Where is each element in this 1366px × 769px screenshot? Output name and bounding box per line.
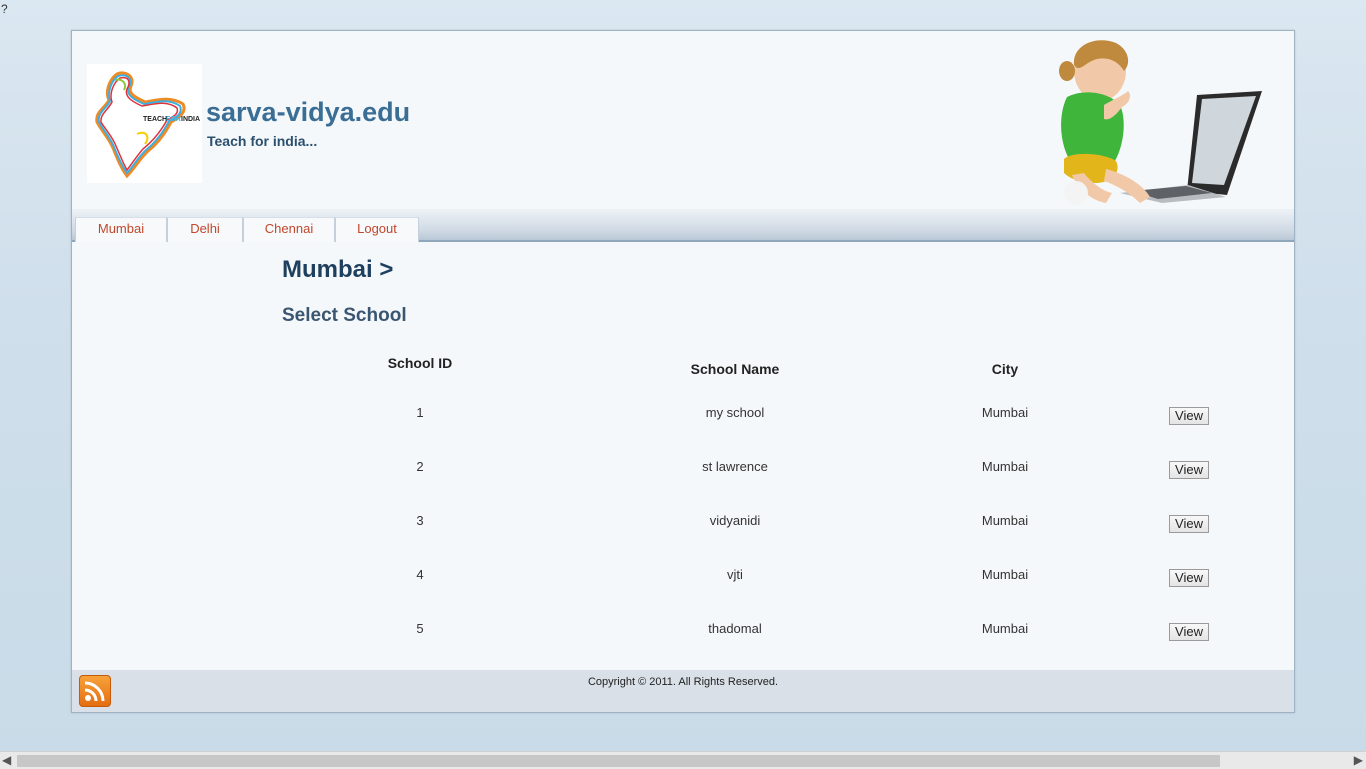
select-school-heading: Select School (282, 305, 407, 326)
teach-for-india-logo[interactable]: TEACH FOR INDIA (87, 64, 202, 183)
svg-text:INDIA: INDIA (181, 116, 200, 123)
school-name-cell: st lawrence (702, 459, 768, 474)
scroll-left-arrow-icon[interactable]: ◀ (2, 753, 11, 767)
copyright-text: Copyright © 2011. All Rights Reserved. (587, 676, 779, 688)
school-name-cell: my school (705, 405, 765, 420)
city-cell: Mumbai (981, 459, 1029, 474)
scroll-right-arrow-icon[interactable]: ▶ (1354, 753, 1363, 767)
svg-text:FOR: FOR (166, 116, 181, 123)
school-name-cell: thadomal (708, 621, 762, 636)
hero-image-child-with-laptop (1012, 33, 1272, 209)
tab-delhi[interactable]: Delhi (167, 217, 243, 242)
column-header-school-name: School Name (690, 361, 780, 377)
view-button[interactable]: View (1169, 461, 1209, 479)
footer: Copyright © 2011. All Rights Reserved. (72, 670, 1294, 712)
scrollbar-thumb[interactable] (17, 755, 1220, 767)
column-header-school-id: School ID (387, 355, 453, 371)
school-name-cell: vidyanidi (709, 513, 761, 528)
svg-text:TEACH: TEACH (143, 116, 167, 123)
tab-chennai[interactable]: Chennai (243, 217, 335, 242)
school-id-cell: 1 (416, 405, 424, 420)
school-id-cell: 5 (416, 621, 424, 636)
school-id-cell: 4 (416, 567, 424, 582)
school-name-cell: vjti (727, 567, 743, 582)
view-button[interactable]: View (1169, 623, 1209, 641)
city-cell: Mumbai (981, 621, 1029, 636)
page-frame: TEACH FOR INDIA sarva-vidya.edu Teach fo… (71, 30, 1295, 713)
header: TEACH FOR INDIA sarva-vidya.edu Teach fo… (72, 31, 1294, 211)
city-cell: Mumbai (981, 405, 1029, 420)
horizontal-scrollbar[interactable]: ◀ ▶ (0, 751, 1366, 769)
tab-mumbai[interactable]: Mumbai (75, 217, 167, 242)
site-tagline: Teach for india... (207, 133, 318, 149)
india-map-icon: TEACH FOR INDIA (95, 71, 200, 179)
school-id-cell: 3 (416, 513, 424, 528)
city-heading: Mumbai > (282, 256, 394, 283)
tab-logout[interactable]: Logout (335, 217, 419, 242)
stray-question-mark: ? (1, 2, 8, 16)
view-button[interactable]: View (1169, 515, 1209, 533)
view-button[interactable]: View (1169, 569, 1209, 587)
column-header-city: City (991, 361, 1019, 377)
city-cell: Mumbai (981, 513, 1029, 528)
view-button[interactable]: View (1169, 407, 1209, 425)
city-cell: Mumbai (981, 567, 1029, 582)
school-id-cell: 2 (416, 459, 424, 474)
site-title: sarva-vidya.edu (206, 97, 411, 127)
main-content: Mumbai > Select School School ID School … (72, 242, 1294, 670)
nav-bar: Mumbai Delhi Chennai Logout (72, 209, 1294, 242)
